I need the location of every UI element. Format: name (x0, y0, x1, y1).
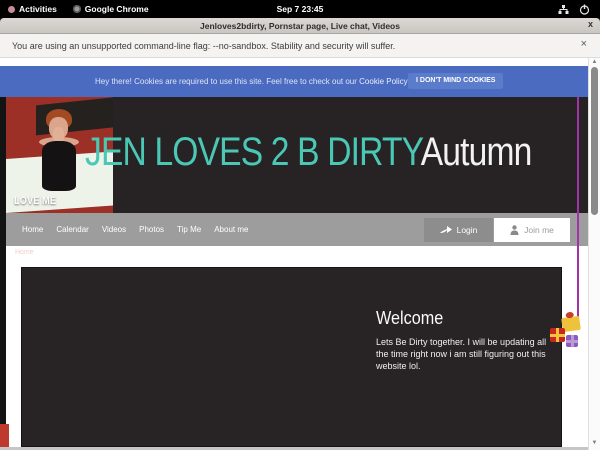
login-button[interactable]: Login (424, 218, 493, 242)
power-icon[interactable] (579, 4, 590, 15)
infobar-message: You are using an unsupported command-lin… (12, 41, 395, 51)
gift-ribbon-line (577, 97, 579, 330)
activities-icon (8, 6, 15, 13)
nav-item-photos[interactable]: Photos (139, 225, 164, 234)
hero-title-highlight: JEN LOVES 2 B DIRTY (85, 130, 421, 174)
hero-title: JEN LOVES 2 B DIRTYAutumn (85, 130, 531, 175)
scrollbar-down-icon[interactable]: ▼ (589, 440, 600, 446)
browser-scrollbar[interactable]: ▲ ▼ (588, 58, 600, 450)
join-button[interactable]: Join me (494, 218, 570, 242)
cookie-text-prefix: Hey there! Cookies are required to use t… (95, 77, 359, 86)
login-label: Login (457, 225, 478, 235)
scrollbar-up-icon[interactable]: ▲ (589, 59, 600, 65)
photo-caption: LOVE ME (14, 195, 56, 207)
cookie-text: Hey there! Cookies are required to use t… (95, 77, 451, 86)
chrome-infobar: You are using an unsupported command-lin… (0, 34, 600, 58)
main-nav: Home Calendar Videos Photos Tip Me About… (6, 213, 588, 246)
scrollbar-thumb[interactable] (591, 67, 598, 215)
hero-title-rest: Autumn (421, 130, 532, 174)
window-title-bar: Jenloves2bdirty, Pornstar page, Live cha… (0, 18, 600, 34)
chrome-icon (73, 5, 81, 13)
gift-widget[interactable] (550, 315, 588, 353)
nav-item-tipme[interactable]: Tip Me (177, 225, 201, 234)
breadcrumb[interactable]: Home (15, 249, 34, 256)
login-arrow-icon (440, 226, 452, 235)
activities-label: Activities (19, 4, 57, 14)
cookie-policy-link[interactable]: Cookie Policy (359, 77, 407, 86)
photo-model-corset (42, 141, 76, 191)
nav-item-aboutme[interactable]: About me (214, 225, 248, 234)
window-close-icon[interactable]: x (588, 19, 593, 29)
focused-app-menu[interactable]: Google Chrome (65, 0, 157, 18)
cookie-accept-button[interactable]: I DON'T MIND COOKIES (408, 73, 503, 89)
nav-item-calendar[interactable]: Calendar (56, 225, 88, 234)
person-icon (510, 225, 519, 235)
page-top-margin (0, 58, 588, 66)
desktop-top-bar: Activities Google Chrome Sep 7 23:45 (0, 0, 600, 18)
welcome-heading: Welcome (376, 308, 443, 329)
content-area: Home Welcome Lets Be Dirty together. I w… (6, 246, 588, 447)
desktop-red-fragment (0, 424, 9, 447)
gift-purple-icon (566, 335, 578, 347)
hero-banner: LOVE ME JEN LOVES 2 B DIRTYAutumn (6, 97, 588, 213)
gift-red-icon (550, 328, 565, 342)
nav-item-home[interactable]: Home (22, 225, 43, 234)
welcome-body: Lets Be Dirty together. I will be updati… (376, 336, 551, 372)
infobar-close-icon[interactable]: × (581, 38, 587, 50)
join-label: Join me (524, 225, 554, 235)
nav-item-videos[interactable]: Videos (102, 225, 126, 234)
app-label: Google Chrome (85, 4, 149, 14)
network-icon[interactable] (558, 4, 569, 15)
welcome-panel: Welcome Lets Be Dirty together. I will b… (21, 267, 562, 447)
activities-button[interactable]: Activities (0, 0, 65, 18)
window-title: Jenloves2bdirty, Pornstar page, Live cha… (200, 21, 400, 31)
cookie-consent-bar: Hey there! Cookies are required to use t… (0, 66, 588, 97)
